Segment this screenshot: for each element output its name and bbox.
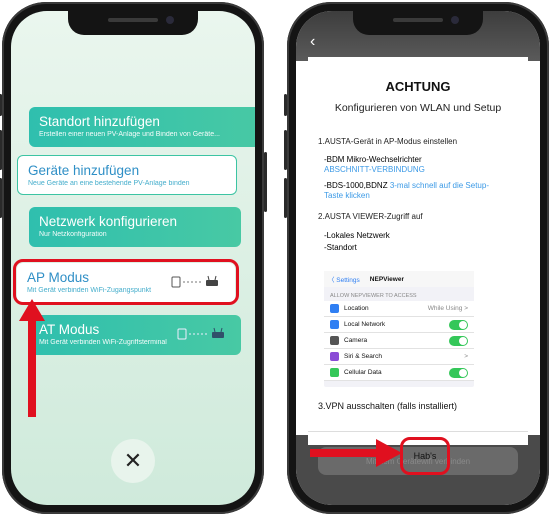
toggle-on — [449, 320, 468, 330]
ios-row-value: While Using > — [427, 305, 468, 312]
dialog-divider — [308, 431, 528, 432]
power-button — [264, 152, 267, 212]
toggle-on — [449, 336, 468, 346]
volume-down-button — [0, 178, 2, 218]
volume-up-button — [284, 130, 287, 170]
bdm-link[interactable]: ABSCHNITT-VERBINDUNG — [324, 165, 425, 174]
stage: Standort hinzufügen Erstellen einer neue… — [0, 0, 549, 517]
got-it-highlight — [400, 437, 450, 475]
network-config-title: Netzwerk konfigurieren — [39, 214, 178, 229]
notch — [353, 11, 483, 35]
close-button[interactable]: ✕ — [111, 439, 155, 483]
add-location-card[interactable]: Standort hinzufügen Erstellen einer neue… — [29, 107, 255, 147]
volume-down-button — [284, 178, 287, 218]
ios-row-location: Location While Using > — [324, 301, 474, 317]
toggle-on — [449, 368, 468, 378]
ios-nav-bar: 〈 Settings NEPViewer — [324, 271, 474, 287]
mute-switch — [284, 94, 287, 116]
network-config-subtitle: Nur Netzkonfiguration — [39, 231, 107, 238]
red-up-arrow-icon — [19, 299, 45, 417]
mute-switch — [0, 94, 2, 116]
attention-dialog: ACHTUNG Konfigurieren von WLAN und Setup… — [308, 57, 528, 475]
location-icon — [330, 304, 339, 313]
network-config-card[interactable]: Netzwerk konfigurieren Nur Netzkonfigura… — [29, 207, 241, 247]
ap-mode-highlight — [13, 259, 239, 305]
step-2: 2.AUSTA VIEWER-Zugriff auf — [318, 212, 423, 221]
ios-row-label: Siri & Search — [344, 353, 382, 360]
location-label: -Standort — [324, 243, 357, 252]
ios-row-camera: Camera — [324, 333, 474, 349]
volume-up-button — [0, 130, 2, 170]
add-location-title: Standort hinzufügen — [39, 114, 160, 129]
ios-row-label: Camera — [344, 337, 368, 344]
camera-icon — [330, 336, 339, 345]
left-screen: Standort hinzufügen Erstellen einer neue… — [11, 11, 255, 505]
step-3: 3.VPN ausschalten (falls installiert) — [318, 401, 458, 411]
right-screen: ‹ Mit dem Gerätewifi verbinden ACHTUNG K… — [296, 11, 540, 505]
right-phone-frame: ‹ Mit dem Gerätewifi verbinden ACHTUNG K… — [284, 2, 549, 514]
dialog-title: ACHTUNG — [385, 79, 451, 94]
ios-row-label: Location — [344, 305, 369, 312]
ios-app-title: NEPViewer — [369, 275, 405, 283]
add-devices-card[interactable]: Geräte hinzufügen Neue Geräte an eine be… — [17, 155, 237, 195]
ios-row-value: > — [464, 353, 468, 360]
bds-line: -BDS-1000,BDNZ 3-mal schnell auf die Set… — [324, 181, 489, 190]
add-devices-title: Geräte hinzufügen — [28, 163, 140, 178]
bds-label: -BDS-1000,BDNZ — [324, 181, 388, 190]
add-location-subtitle: Erstellen einer neuen PV-Anlage und Bind… — [39, 131, 220, 138]
ios-row-cellular: Cellular Data — [324, 365, 474, 381]
bds-link-2[interactable]: Taste klicken — [324, 191, 370, 200]
siri-icon — [330, 352, 339, 361]
ios-settings-preview: 〈 Settings NEPViewer ALLOW NEPVIEWER TO … — [324, 271, 474, 387]
ios-row-label: Cellular Data — [344, 369, 382, 376]
close-icon: ✕ — [123, 448, 143, 473]
dialog-subtitle: Konfigurieren von WLAN und Setup — [334, 102, 502, 114]
step-1: 1.AUSTA-Gerät in AP-Modus einstellen — [318, 137, 458, 146]
bdm-label: -BDM Mikro-Wechselrichter — [324, 155, 422, 164]
ios-back-link: 〈 Settings — [328, 277, 360, 284]
network-icon — [330, 320, 339, 329]
add-devices-subtitle: Neue Geräte an eine bestehende PV-Anlage… — [28, 180, 190, 187]
left-phone-frame: Standort hinzufügen Erstellen einer neue… — [0, 2, 267, 514]
bds-link[interactable]: 3-mal schnell auf die Setup- — [390, 181, 489, 190]
cellular-icon — [330, 368, 339, 377]
red-right-arrow-icon — [310, 439, 402, 467]
device-to-terminal-icon — [177, 327, 224, 340]
ios-section-caption: ALLOW NEPVIEWER TO ACCESS — [330, 293, 417, 299]
at-mode-card[interactable]: AT Modus Mit Gerät verbinden WiFi-Zugrif… — [29, 315, 241, 355]
ios-row-siri: Siri & Search > — [324, 349, 474, 365]
notch — [68, 11, 198, 35]
back-chevron-icon[interactable]: ‹ — [310, 33, 315, 51]
local-network-label: -Lokales Netzwerk — [324, 231, 390, 240]
ios-row-label: Local Network — [344, 321, 386, 328]
ios-row-local-network: Local Network — [324, 317, 474, 333]
